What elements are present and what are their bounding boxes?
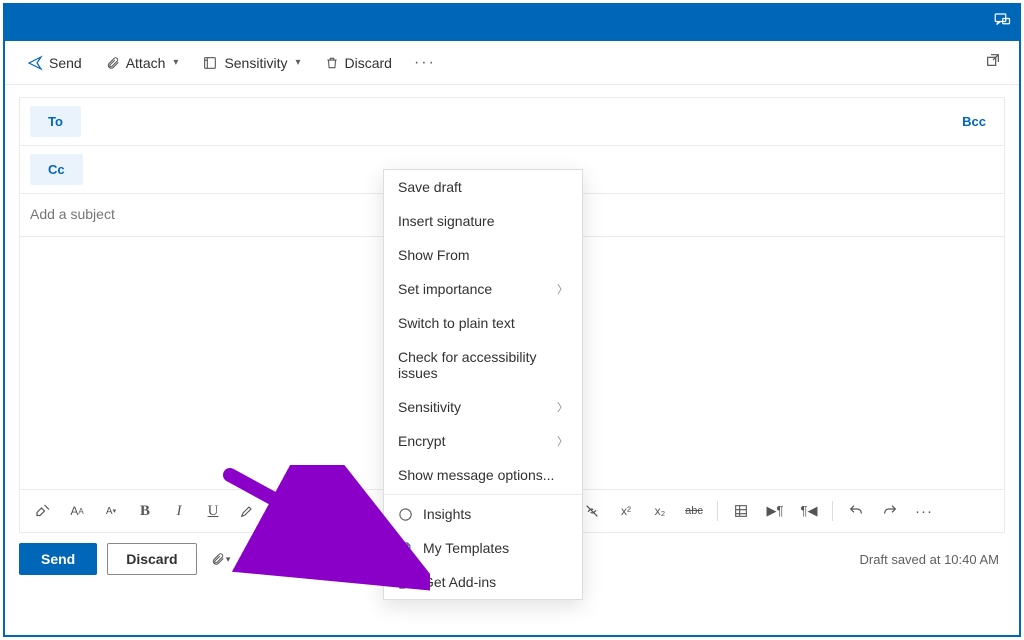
formatting-toggle-icon[interactable] xyxy=(321,545,349,573)
discard-label: Discard xyxy=(345,55,392,71)
menu-divider xyxy=(384,494,582,495)
menu-message-options[interactable]: Show message options... xyxy=(384,458,582,492)
to-chip[interactable]: To xyxy=(30,106,81,137)
discard-button[interactable]: Discard xyxy=(107,543,196,575)
compose-toolbar: Send Attach ▾ Sensitivity ▾ Discard ··· xyxy=(5,41,1019,85)
superscript-button[interactable]: x² xyxy=(611,496,641,526)
format-painter-icon[interactable] xyxy=(28,496,58,526)
draft-status: Draft saved at 10:40 AM xyxy=(860,552,1005,567)
menu-my-templates[interactable]: My Templates xyxy=(384,531,582,565)
attach-label: Attach xyxy=(126,55,166,71)
menu-show-from[interactable]: Show From xyxy=(384,238,582,272)
font-color-button[interactable]: A xyxy=(266,496,296,526)
templates-icon xyxy=(398,541,413,556)
strikethrough-button[interactable]: abc xyxy=(679,496,709,526)
font-size-increase-icon[interactable]: AA xyxy=(62,496,92,526)
menu-save-draft[interactable]: Save draft xyxy=(384,170,582,204)
addins-icon xyxy=(398,575,413,590)
bullet-list-icon[interactable] xyxy=(313,496,343,526)
rtl-button[interactable]: ¶◀ xyxy=(794,496,824,526)
image-mini-icon[interactable] xyxy=(245,545,273,573)
chevron-right-icon: 〉 xyxy=(557,399,568,415)
redo-icon[interactable] xyxy=(875,496,905,526)
more-actions-menu: Save draft Insert signature Show From Se… xyxy=(383,169,583,600)
window-titlebar xyxy=(5,5,1019,41)
bold-button[interactable]: B xyxy=(130,496,160,526)
send-button[interactable]: Send xyxy=(19,543,97,575)
chevron-down-icon: ▾ xyxy=(295,57,300,68)
discard-button-top[interactable]: Discard xyxy=(315,49,402,77)
italic-button[interactable]: I xyxy=(164,496,194,526)
ltr-button[interactable]: ▶¶ xyxy=(760,496,790,526)
font-size-decrease-icon[interactable]: A▾ xyxy=(96,496,126,526)
highlight-icon[interactable] xyxy=(232,496,262,526)
attach-button[interactable]: Attach ▾ xyxy=(96,49,189,77)
chevron-right-icon: 〉 xyxy=(557,281,568,297)
chevron-down-icon: ▾ xyxy=(173,57,178,68)
bcc-toggle[interactable]: Bcc xyxy=(962,114,994,129)
feedback-icon[interactable] xyxy=(993,11,1011,34)
menu-insert-signature[interactable]: Insert signature xyxy=(384,204,582,238)
insights-icon xyxy=(398,507,413,522)
number-list-icon[interactable]: 123 xyxy=(347,496,377,526)
emoji-mini-icon[interactable]: ☻ xyxy=(283,545,311,573)
menu-get-addins[interactable]: Get Add-ins xyxy=(384,565,582,599)
svg-text:3: 3 xyxy=(356,512,359,517)
menu-sensitivity[interactable]: Sensitivity〉 xyxy=(384,390,582,424)
more-options-button[interactable]: ··· xyxy=(406,54,444,72)
sensitivity-button[interactable]: Sensitivity ▾ xyxy=(192,49,310,77)
menu-encrypt[interactable]: Encrypt〉 xyxy=(384,424,582,458)
subscript-button[interactable]: x₂ xyxy=(645,496,675,526)
attach-mini-icon[interactable]: ▾ xyxy=(207,545,235,573)
sensitivity-label: Sensitivity xyxy=(224,55,287,71)
table-icon[interactable] xyxy=(726,496,756,526)
undo-icon[interactable] xyxy=(841,496,871,526)
format-more-button[interactable]: ··· xyxy=(909,496,939,526)
send-label: Send xyxy=(49,55,82,71)
cc-chip[interactable]: Cc xyxy=(30,154,83,185)
menu-set-importance[interactable]: Set importance〉 xyxy=(384,272,582,306)
popout-icon[interactable] xyxy=(979,46,1007,79)
menu-insights[interactable]: Insights xyxy=(384,497,582,531)
chevron-right-icon: 〉 xyxy=(557,433,568,449)
send-button-top[interactable]: Send xyxy=(17,49,92,77)
menu-accessibility[interactable]: Check for accessibility issues xyxy=(384,340,582,390)
menu-switch-plain[interactable]: Switch to plain text xyxy=(384,306,582,340)
to-row[interactable]: To Bcc xyxy=(20,98,1004,146)
underline-button[interactable]: U xyxy=(198,496,228,526)
